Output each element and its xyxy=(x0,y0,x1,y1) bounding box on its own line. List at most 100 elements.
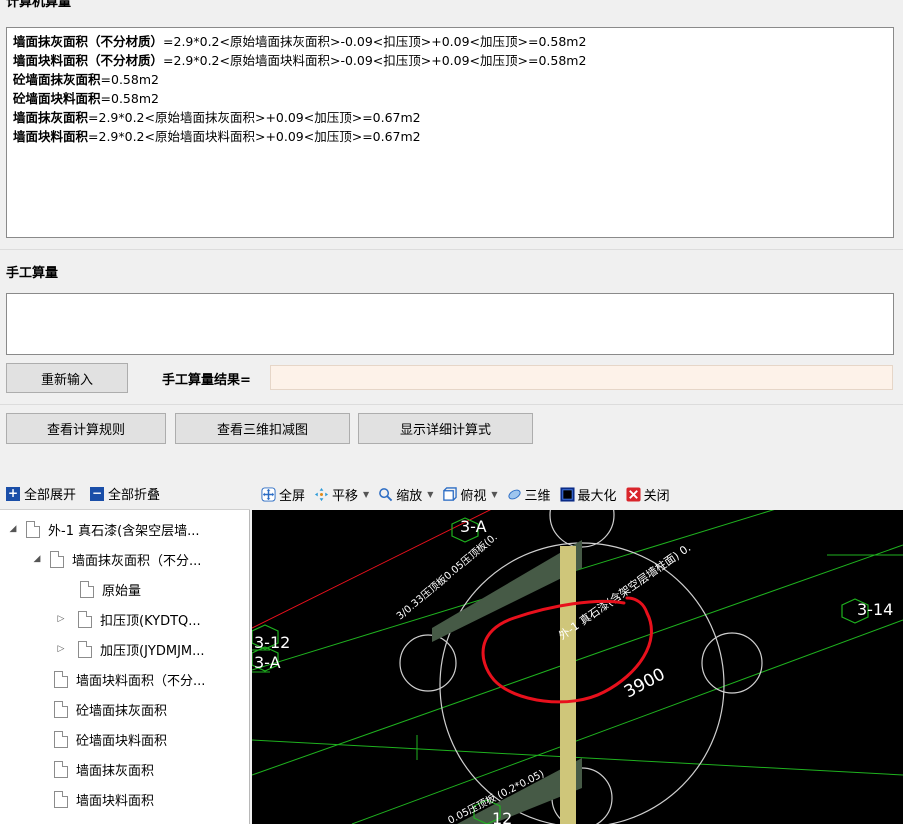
calc-line: 墙面抹灰面积（不分材质）=2.9*0.2<原始墙面抹灰面积>-0.09<扣压顶>… xyxy=(13,32,887,51)
calc-line-formula: =2.9*0.2<原始墙面块料面积>-0.09<扣压顶>+0.09<加压顶>=0… xyxy=(163,53,587,68)
collapse-all-button[interactable]: − 全部折叠 xyxy=(90,484,160,503)
axis-label-3a-left: 3-A xyxy=(254,653,281,672)
calc-line: 砼墙面抹灰面积=0.58m2 xyxy=(13,70,887,89)
fullscreen-label: 全屏 xyxy=(279,488,306,504)
tree-node-label: 加压顶(JYDMJM... xyxy=(100,643,205,659)
expand-arrow-icon[interactable]: ▷ xyxy=(54,644,68,654)
calc-line-formula: =2.9*0.2<原始墙面抹灰面积>+0.09<加压顶>=0.67m2 xyxy=(88,110,421,125)
top-view-icon xyxy=(443,486,458,501)
tree-node[interactable]: 砼墙面块料面积 xyxy=(54,724,167,754)
tree-toolbar: + 全部展开 − 全部折叠 xyxy=(0,478,250,510)
calc-line-label: 墙面抹灰面积 xyxy=(13,110,89,125)
document-icon xyxy=(54,670,68,688)
close-button[interactable]: 关闭 xyxy=(626,485,670,504)
tree-node[interactable]: ◢ 墙面抹灰面积（不分... xyxy=(30,544,201,574)
tree-node[interactable]: 原始量 xyxy=(80,574,141,604)
calc-line-label: 砼墙面块料面积 xyxy=(13,91,101,106)
zoom-button[interactable]: 缩放 ▼ xyxy=(378,485,433,504)
calc-line: 墙面抹灰面积=2.9*0.2<原始墙面抹灰面积>+0.09<加压顶>=0.67m… xyxy=(13,108,887,127)
tree-node[interactable]: ▷ 扣压顶(KYDTQ... xyxy=(54,604,201,634)
expand-arrow-icon[interactable]: ▷ xyxy=(54,614,68,624)
document-icon xyxy=(54,760,68,778)
tree-node[interactable]: ▷ 加压顶(JYDMJM... xyxy=(54,634,205,664)
view-rules-button[interactable]: 查看计算规则 xyxy=(6,413,166,444)
expand-all-label: 全部展开 xyxy=(24,488,77,503)
manual-result-label: 手工算量结果= xyxy=(162,373,251,388)
pan-label: 平移 xyxy=(332,488,359,504)
dropdown-caret-icon[interactable]: ▼ xyxy=(427,490,433,499)
tree-node[interactable]: 墙面抹灰面积 xyxy=(54,754,154,784)
axis-label-312-bottom: 12 xyxy=(492,809,512,824)
tree-node[interactable]: 墙面块料面积 xyxy=(54,784,154,814)
maximize-icon xyxy=(560,486,575,502)
zoom-label: 缩放 xyxy=(396,488,423,504)
tree-node-label: 砼墙面块料面积 xyxy=(76,733,168,749)
document-icon xyxy=(54,700,68,718)
axis-label-3a-top: 3-A xyxy=(460,517,487,536)
tree-node-label: 墙面块料面积 xyxy=(76,793,155,809)
dropdown-caret-icon[interactable]: ▼ xyxy=(363,490,369,499)
document-icon xyxy=(78,610,92,628)
fullscreen-button[interactable]: 全屏 xyxy=(261,485,305,504)
tree-node-label: 砼墙面抹灰面积 xyxy=(76,703,168,719)
tree-node-label: 墙面抹灰面积（不分... xyxy=(72,553,202,569)
dimension-label: 3900 xyxy=(621,664,669,702)
maximize-button[interactable]: 最大化 xyxy=(560,485,617,504)
axis-bubble xyxy=(399,634,457,692)
fullscreen-icon xyxy=(261,486,276,502)
close-label: 关闭 xyxy=(643,488,670,504)
calc-line-formula: =0.58m2 xyxy=(100,91,159,106)
calc-line-label: 墙面块料面积 xyxy=(13,129,89,144)
expand-arrow-icon[interactable]: ◢ xyxy=(6,524,20,534)
top-view-button[interactable]: 俯视 ▼ xyxy=(442,485,498,504)
pan-button[interactable]: 平移 ▼ xyxy=(314,485,369,504)
calc-result-box[interactable]: 墙面抹灰面积（不分材质）=2.9*0.2<原始墙面抹灰面积>-0.09<扣压顶>… xyxy=(6,27,894,238)
reinput-button[interactable]: 重新输入 xyxy=(6,363,128,393)
tree-node-label: 墙面块料面积（不分... xyxy=(76,673,206,689)
expand-all-button[interactable]: + 全部展开 xyxy=(6,484,76,503)
tree-node-label: 墙面抹灰面积 xyxy=(76,763,155,779)
calc-line-formula: =2.9*0.2<原始墙面抹灰面积>-0.09<扣压顶>+0.09<加压顶>=0… xyxy=(163,34,587,49)
show-detail-button[interactable]: 显示详细计算式 xyxy=(358,413,533,444)
manual-input-box[interactable] xyxy=(6,293,894,355)
calc-line-label: 墙面抹灰面积（不分材质） xyxy=(13,34,164,49)
tree-node-root[interactable]: ◢ 外-1 真石漆(含架空层墙... xyxy=(6,514,200,544)
three-d-icon xyxy=(507,489,521,499)
viewport-canvas: 3-A 3-14 3-12 3-A 12 3900 外-1 真石漆(含架空层墙柱… xyxy=(252,510,903,824)
manual-section-title: 手工算量 xyxy=(6,266,59,281)
tree-node-label: 外-1 真石漆(含架空层墙... xyxy=(48,523,200,539)
plus-icon: + xyxy=(6,485,20,501)
document-icon xyxy=(50,550,64,568)
three-d-button[interactable]: 三维 xyxy=(507,485,551,504)
magnifier-icon xyxy=(379,487,393,501)
calc-line-formula: =2.9*0.2<原始墙面块料面积>+0.09<加压顶>=0.67m2 xyxy=(88,129,421,144)
tree-node[interactable]: 砼墙面抹灰面积 xyxy=(54,694,167,724)
calc-line-label: 砼墙面抹灰面积 xyxy=(13,72,101,87)
document-icon xyxy=(54,790,68,808)
axis-label-314: 3-14 xyxy=(857,600,893,619)
wall-yellow xyxy=(560,546,576,824)
manual-result-field[interactable] xyxy=(270,365,893,390)
document-icon xyxy=(26,520,40,538)
minus-icon: − xyxy=(90,485,105,501)
axis-bubble xyxy=(701,632,763,694)
calc-lines: 墙面抹灰面积（不分材质）=2.9*0.2<原始墙面抹灰面积>-0.09<扣压顶>… xyxy=(7,28,893,150)
tree-node[interactable]: 墙面块料面积（不分... xyxy=(54,664,205,694)
calc-line-label: 墙面块料面积（不分材质） xyxy=(13,53,164,68)
close-icon xyxy=(626,486,641,502)
three-d-label: 三维 xyxy=(524,488,551,504)
beam-top xyxy=(432,540,582,642)
calc-tree: ◢ 外-1 真石漆(含架空层墙... ◢ 墙面抹灰面积（不分... 原始量 ▷ … xyxy=(0,510,250,824)
collapse-all-label: 全部折叠 xyxy=(108,488,161,503)
three-d-viewport[interactable]: 3-A 3-14 3-12 3-A 12 3900 外-1 真石漆(含架空层墙柱… xyxy=(252,510,903,824)
calc-line: 墙面块料面积=2.9*0.2<原始墙面块料面积>+0.09<加压顶>=0.67m… xyxy=(13,127,887,146)
view-3d-deduct-button[interactable]: 查看三维扣减图 xyxy=(175,413,350,444)
calc-line-formula: =0.58m2 xyxy=(100,72,159,87)
document-icon xyxy=(80,580,94,598)
document-icon xyxy=(78,640,92,658)
maximize-label: 最大化 xyxy=(577,488,617,504)
calc-line: 砼墙面块料面积=0.58m2 xyxy=(13,89,887,108)
dropdown-caret-icon[interactable]: ▼ xyxy=(491,490,497,499)
expand-arrow-icon[interactable]: ◢ xyxy=(30,554,44,564)
pan-icon xyxy=(314,487,329,501)
